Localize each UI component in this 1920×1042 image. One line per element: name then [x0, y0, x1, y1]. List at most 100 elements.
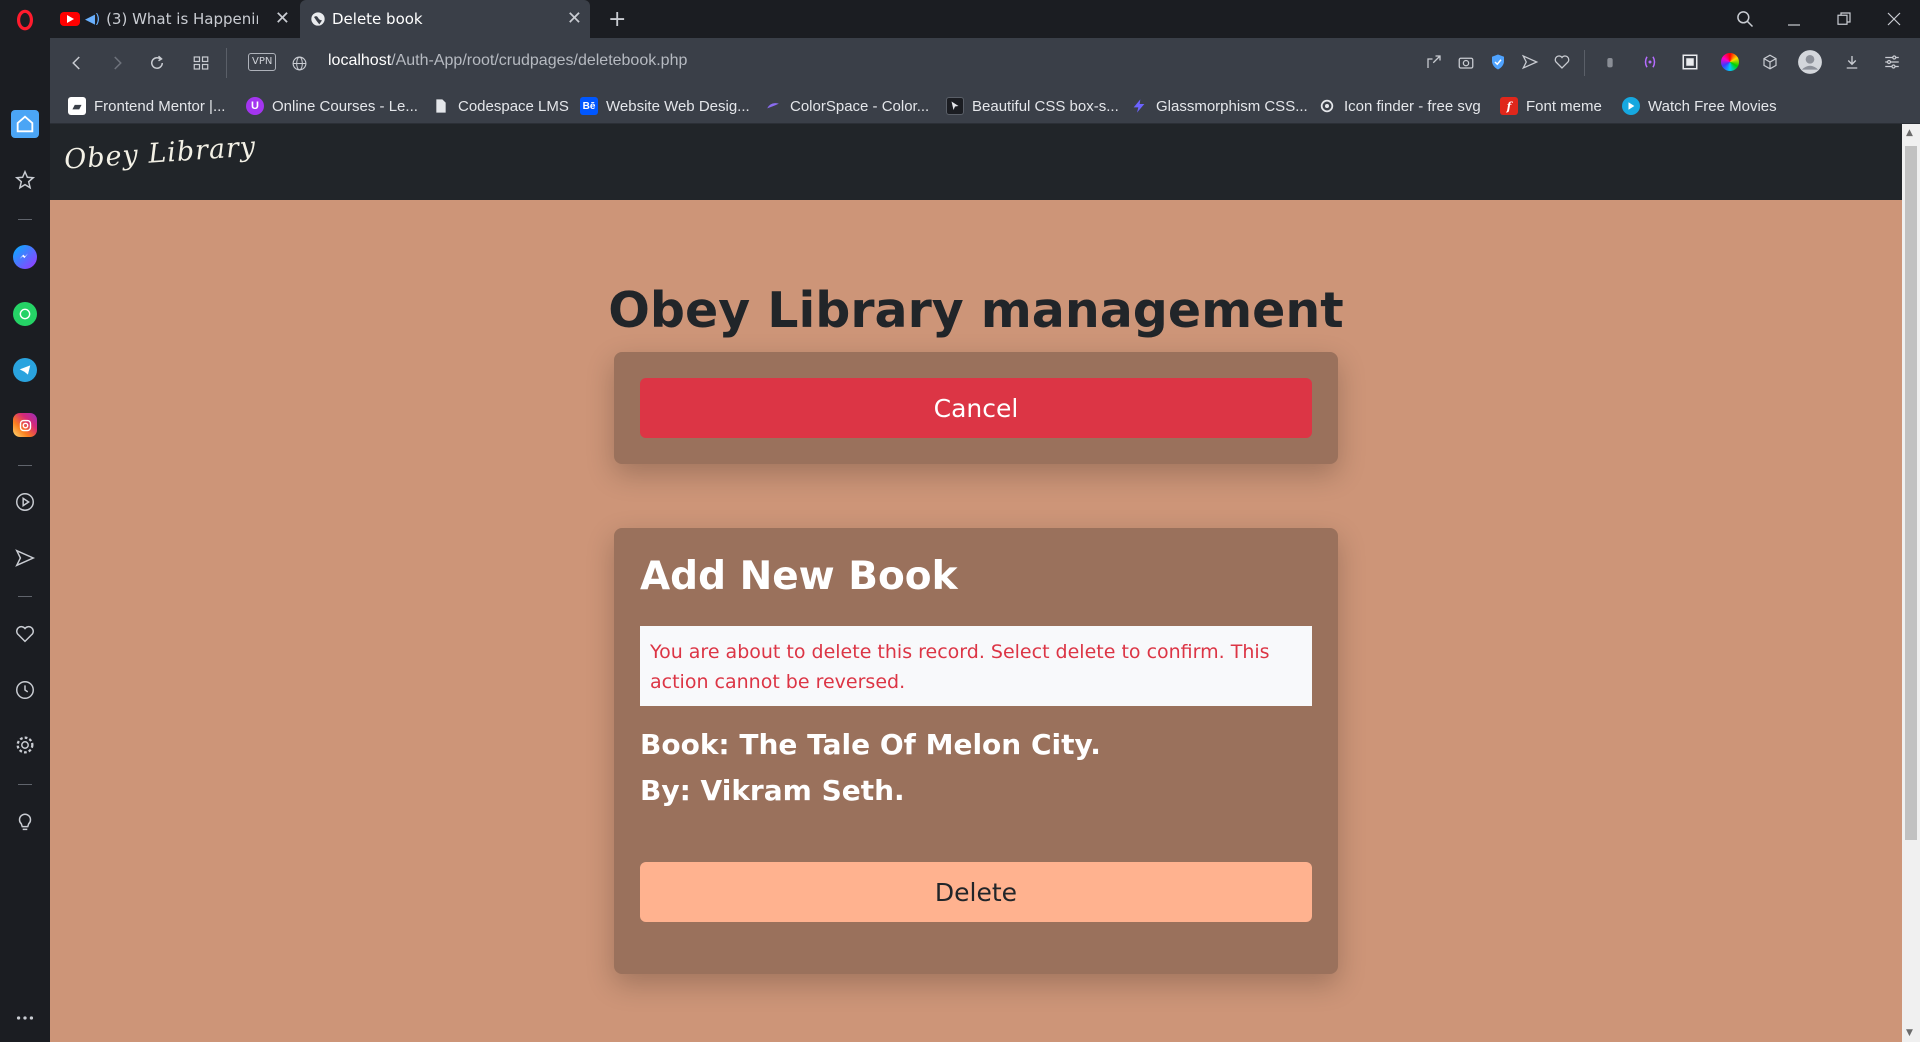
- bookmark-label: Website Web Desig...: [606, 97, 750, 115]
- reload-icon[interactable]: [144, 50, 170, 76]
- heart-icon[interactable]: [1550, 50, 1574, 74]
- separator: [226, 48, 227, 78]
- close-tab-icon[interactable]: ✕: [275, 10, 290, 28]
- sidebar-divider: [18, 219, 32, 220]
- vpn-badge[interactable]: VPN: [248, 53, 277, 71]
- color-picker-icon[interactable]: [1718, 50, 1742, 74]
- url-host: localhost: [328, 52, 392, 69]
- back-icon[interactable]: [64, 50, 90, 76]
- bookmark-watch-free-movies[interactable]: Watch Free Movies: [1622, 95, 1777, 117]
- site-logo[interactable]: Obey Library: [63, 131, 257, 175]
- bookmark-behance[interactable]: Bē Website Web Desig...: [580, 95, 750, 117]
- bookmark-label: Glassmorphism CSS...: [1156, 97, 1308, 115]
- telegram-icon[interactable]: [11, 356, 39, 384]
- lightbulb-icon[interactable]: [11, 808, 39, 836]
- url-path: /Auth-App/root/crudpages/deletebook.php: [391, 52, 688, 69]
- messenger-icon[interactable]: [11, 243, 39, 271]
- delete-book-card: Add New Book You are about to delete thi…: [614, 528, 1338, 974]
- tab-youtube[interactable]: ◀) (3) What is Happening ✕: [50, 0, 298, 38]
- bookmark-colorspace[interactable]: ColorSpace - Color...: [764, 95, 929, 117]
- book-title-text: Book: The Tale Of Melon City.: [640, 728, 1101, 761]
- bookmark-label: Codespace LMS: [458, 97, 569, 115]
- cube-icon[interactable]: [1758, 50, 1782, 74]
- bookmark-label: ColorSpace - Color...: [790, 97, 930, 115]
- bookmark-label: Watch Free Movies: [1648, 97, 1777, 115]
- bolt-icon: [1130, 97, 1148, 115]
- tab-delete-book[interactable]: Delete book ✕: [300, 0, 590, 38]
- restore-icon[interactable]: [1831, 6, 1857, 32]
- sidebar-divider: [18, 465, 32, 466]
- bookmark-css-box-shadow[interactable]: Beautiful CSS box-s...: [946, 95, 1119, 117]
- download-icon[interactable]: [1840, 50, 1864, 74]
- book-author-text: By: Vikram Seth.: [640, 774, 905, 807]
- sidebar-divider: [18, 784, 32, 785]
- cursor-icon: [946, 97, 964, 115]
- speaker-icon[interactable]: ◀): [85, 12, 100, 27]
- bookmark-frontend-mentor[interactable]: ▰ Frontend Mentor |...: [68, 95, 225, 117]
- youtube-icon: [60, 12, 80, 26]
- settings-icon[interactable]: [11, 731, 39, 759]
- tab-label: (3) What is Happening: [106, 10, 259, 28]
- separator: [1584, 50, 1585, 76]
- opera-sidebar: [0, 0, 50, 1042]
- frontend-mentor-icon: ▰: [68, 97, 86, 115]
- cancel-card: Cancel: [614, 352, 1338, 464]
- star-icon[interactable]: [11, 166, 39, 194]
- heart-icon[interactable]: [11, 620, 39, 648]
- opera-logo-icon[interactable]: [11, 6, 39, 34]
- sidebar-divider: [18, 596, 32, 597]
- bookmark-online-courses[interactable]: U Online Courses - Le...: [246, 95, 418, 117]
- history-icon[interactable]: [11, 676, 39, 704]
- bookmark-glassmorphism[interactable]: Glassmorphism CSS...: [1130, 95, 1308, 117]
- send-icon[interactable]: [1518, 50, 1542, 74]
- scrollbar-thumb[interactable]: [1905, 146, 1917, 840]
- easy-setup-icon[interactable]: [1880, 50, 1904, 74]
- bookmark-label: Icon finder - free svg: [1344, 97, 1481, 115]
- home-icon[interactable]: [11, 110, 39, 138]
- globe-icon: [310, 11, 326, 27]
- search-tabs-icon[interactable]: [1732, 6, 1758, 32]
- extension-icon[interactable]: [1598, 50, 1622, 74]
- tab-strip: ◀) (3) What is Happening ✕ Delete book ✕…: [50, 0, 1920, 38]
- extension-icon[interactable]: [1678, 50, 1702, 74]
- behance-icon: Bē: [580, 97, 598, 115]
- minimize-icon[interactable]: [1781, 6, 1807, 32]
- bookmark-codespace[interactable]: Codespace LMS: [432, 95, 569, 117]
- tiles-icon[interactable]: [188, 50, 214, 76]
- share-icon[interactable]: [1422, 50, 1446, 74]
- page-scrollbar[interactable]: ▲ ▼: [1902, 124, 1920, 1042]
- forward-icon[interactable]: [104, 50, 130, 76]
- font-meme-icon: f: [1500, 97, 1518, 115]
- shield-icon[interactable]: [1486, 50, 1510, 74]
- document-icon: [432, 97, 450, 115]
- play-icon: [1622, 97, 1640, 115]
- profile-avatar-icon[interactable]: [1796, 48, 1824, 76]
- url-field[interactable]: localhost/Auth-App/root/crudpages/delete…: [328, 52, 687, 70]
- bookmark-icon-finder[interactable]: Icon finder - free svg: [1318, 95, 1481, 117]
- scroll-up-icon[interactable]: ▲: [1906, 128, 1913, 138]
- extension-icon[interactable]: [1638, 50, 1662, 74]
- page-title: Obey Library management: [608, 282, 1344, 339]
- instagram-icon[interactable]: [11, 411, 39, 439]
- page-viewport: Obey Library Obey Library management Can…: [50, 124, 1902, 1042]
- scroll-down-icon[interactable]: ▼: [1906, 1028, 1913, 1038]
- camera-icon[interactable]: [1454, 50, 1478, 74]
- delete-button[interactable]: Delete: [640, 862, 1312, 922]
- cancel-button[interactable]: Cancel: [640, 378, 1312, 438]
- site-info-icon[interactable]: [286, 50, 312, 76]
- close-window-icon[interactable]: [1881, 6, 1907, 32]
- new-tab-button[interactable]: +: [598, 0, 632, 38]
- card-heading: Add New Book: [640, 554, 958, 599]
- bookmark-label: Online Courses - Le...: [272, 97, 418, 115]
- close-tab-icon[interactable]: ✕: [567, 10, 582, 28]
- player-icon[interactable]: [11, 488, 39, 516]
- address-bar: VPN localhost/Auth-App/root/crudpages/de…: [50, 38, 1920, 88]
- udemy-icon: U: [246, 97, 264, 115]
- icon-finder-icon: [1318, 97, 1336, 115]
- send-icon[interactable]: [11, 544, 39, 572]
- more-icon[interactable]: [11, 1004, 39, 1032]
- delete-warning-alert: You are about to delete this record. Sel…: [640, 626, 1312, 706]
- bookmark-font-meme[interactable]: f Font meme: [1500, 95, 1602, 117]
- site-navbar: Obey Library: [50, 124, 1902, 200]
- whatsapp-icon[interactable]: [11, 300, 39, 328]
